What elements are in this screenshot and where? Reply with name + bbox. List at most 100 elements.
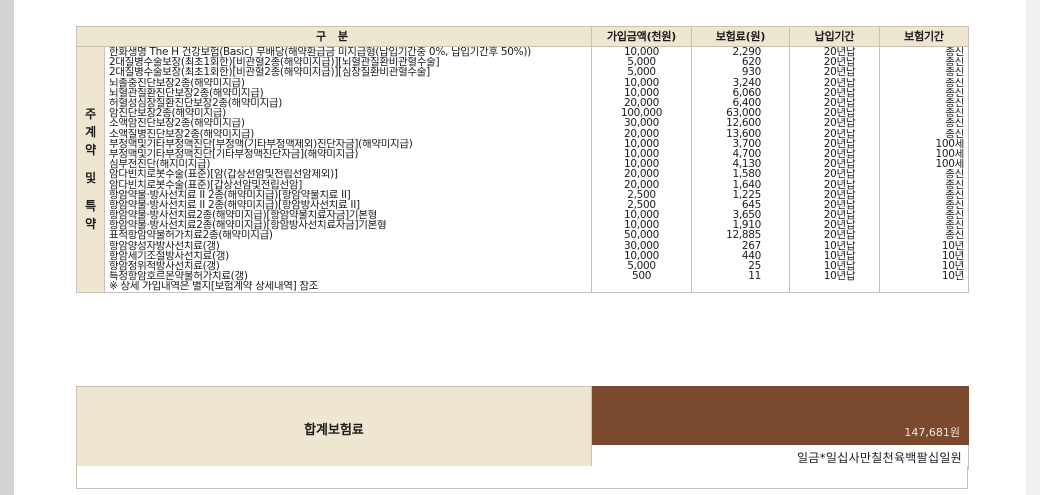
group-label-char: 약	[85, 143, 96, 158]
row-name: 항암양성자방사선치료(갱)	[103, 240, 593, 251]
row-pay-period: 20년납	[789, 210, 881, 221]
row-amount: 10,000	[591, 250, 693, 261]
row-name: 부정맥및기타부정맥진단[기타부정맥진단자금](해약미지급)	[103, 148, 593, 160]
row-premium: 63,000	[691, 108, 791, 119]
table-row: 항암약물·방사선치료2종(해약미지급)[항암약물치료자금]기본형 10,000 …	[77, 210, 970, 221]
total-premium-label: 합계보험료	[76, 386, 592, 470]
coverage-table: 구 분 가입금액(천원) 보험료(원) 납입기간 보험기간 주 계 약 및 특 …	[75, 26, 970, 293]
row-amount: 10,000	[591, 77, 693, 88]
table-row: 항암약물·방사선치료 II 2종(해약미지급)[항암방사선치료 II] 2,50…	[77, 199, 970, 210]
row-ins-period: 10년	[879, 250, 970, 261]
row-premium: 2,290	[691, 46, 791, 58]
table-row-footnote: ※ 상세 가입내역은 별지[보험계약 상세내역] 참조	[77, 281, 970, 293]
row-name: 암다빈치로봇수술(표준)[암(갑상선암및전립선암제외)]	[103, 169, 593, 180]
row-pay-period: 20년납	[789, 67, 881, 78]
row-amount: 5,000	[591, 260, 693, 272]
empty-cell	[789, 281, 881, 293]
row-premium: 4,130	[691, 159, 791, 170]
table-row: 소액암진단보장2종(해약미지급) 30,000 12,600 20년납 종신	[77, 118, 970, 129]
row-name: 항암약물·방사선치료2종(해약미지급)[항암방사선치료자금]기본형	[103, 220, 593, 231]
row-name: 소액암진단보장2종(해약미지급)	[103, 118, 593, 129]
header-division: 구 분	[75, 26, 593, 47]
row-name: 항암세기조절방사선치료(갱)	[103, 250, 593, 261]
group-label-char: 약	[85, 217, 96, 232]
row-premium: 11	[691, 271, 791, 282]
row-premium: 1,580	[691, 169, 791, 180]
row-premium: 25	[691, 260, 791, 272]
row-amount: 20,000	[591, 169, 693, 180]
row-ins-period: 종신	[879, 128, 970, 139]
row-ins-period: 종신	[879, 87, 970, 98]
total-premium-amount: 147,681원	[591, 386, 969, 445]
empty-cell	[591, 281, 693, 293]
row-premium: 645	[691, 199, 791, 210]
row-amount: 5,000	[591, 57, 693, 68]
total-row: 합계보험료 147,681원	[76, 386, 969, 470]
row-amount: 20,000	[591, 97, 693, 109]
table-row: 특정항암호르몬약물허가치료(갱) 500 11 10년납 10년	[77, 271, 970, 282]
row-pay-period: 20년납	[789, 199, 881, 210]
row-name: 항암약물·방사선치료2종(해약미지급)[항암약물치료자금]기본형	[103, 210, 593, 221]
row-premium: 6,060	[691, 87, 791, 98]
row-premium: 1,640	[691, 179, 791, 190]
row-pay-period: 20년납	[789, 108, 881, 119]
row-pay-period: 20년납	[789, 220, 881, 231]
table-row: 항암약물·방사선치료2종(해약미지급)[항암방사선치료자금]기본형 10,000…	[77, 220, 970, 231]
row-ins-period: 종신	[879, 57, 970, 68]
row-amount: 10,000	[591, 148, 693, 160]
row-ins-period: 10년	[879, 240, 970, 251]
row-name: 항암약물·방사선치료 II 2종(해약미지급)[항암방사선치료 II]	[103, 199, 593, 210]
group-label-char: 주	[85, 107, 96, 122]
row-ins-period: 100세	[879, 138, 970, 149]
row-name: 암진단보장2종(해약미지급)	[103, 108, 593, 119]
row-pay-period: 20년납	[789, 87, 881, 98]
row-name: 항암약물·방사선치료 II 2종(해약미지급)[항암약물치료 II]	[103, 189, 593, 200]
row-name: 뇌혈관질환진단보장2종(해약미지급)	[103, 87, 593, 98]
row-premium: 1,225	[691, 189, 791, 200]
table-row: 암다빈치로봇수술(표준)[암(갑상선암및전립선암제외)] 20,000 1,58…	[77, 169, 970, 180]
row-pay-period: 10년납	[789, 271, 881, 282]
row-ins-period: 종신	[879, 210, 970, 221]
footnote: ※ 상세 가입내역은 별지[보험계약 상세내역] 참조	[103, 281, 593, 293]
table-row: 뇌졸중진단보장2종(해약미지급) 10,000 3,240 20년납 종신	[77, 77, 970, 88]
row-ins-period: 10년	[879, 271, 970, 282]
row-premium: 12,600	[691, 118, 791, 129]
row-amount: 5,000	[591, 67, 693, 78]
row-pay-period: 20년납	[789, 159, 881, 170]
right-page-edge	[1026, 0, 1040, 495]
row-name: 암다빈치로봇수술(표준)[갑상선암및전립선암]	[103, 179, 593, 190]
total-premium-table: 합계보험료 147,681원 일금*일십사만칠천육백팔십일원	[76, 386, 969, 470]
row-premium: 620	[691, 57, 791, 68]
table-row: 항암세기조절방사선치료(갱) 10,000 440 10년납 10년	[77, 250, 970, 261]
row-ins-period: 종신	[879, 46, 970, 58]
table-row: 암진단보장2종(해약미지급) 100,000 63,000 20년납 종신	[77, 108, 970, 119]
table-row: 2대질병수술보장(최초1회한)[비관혈2종(해약미지급)][심장질환비관혈수술]…	[77, 67, 970, 78]
row-amount: 100,000	[591, 108, 693, 119]
group-label-gap	[78, 187, 104, 197]
table-row: 허혈성심장질환진단보장2종(해약미지급) 20,000 6,400 20년납 종…	[77, 97, 970, 109]
row-ins-period: 100세	[879, 148, 970, 160]
row-ins-period: 종신	[879, 169, 970, 180]
row-pay-period: 20년납	[789, 189, 881, 200]
row-premium: 267	[691, 240, 791, 251]
row-name: 부정맥및기타부정맥진단[부정맥(기타부정맥제외)진단자금](해약미지급)	[103, 138, 593, 149]
row-ins-period: 종신	[879, 189, 970, 200]
empty-cell	[879, 281, 970, 293]
row-name: 심부전진단(해지미지급)	[103, 159, 593, 170]
row-premium: 13,600	[691, 128, 791, 139]
row-premium: 1,910	[691, 220, 791, 231]
row-amount: 2,500	[591, 189, 693, 200]
row-amount: 10,000	[591, 220, 693, 231]
row-amount: 10,000	[591, 46, 693, 58]
group-label-char: 및	[85, 171, 96, 186]
header-pay-period: 납입기간	[789, 26, 881, 47]
row-premium: 6,400	[691, 97, 791, 109]
row-pay-period: 20년납	[789, 128, 881, 139]
row-premium: 440	[691, 250, 791, 261]
table-row: 소액질병진단보장2종(해약미지급) 20,000 13,600 20년납 종신	[77, 128, 970, 139]
empty-cell	[691, 281, 791, 293]
header-ins-period: 보험기간	[879, 26, 970, 47]
table-row: 표적항암약물허가치료2종(해약미지급) 50,000 12,885 20년납 종…	[77, 230, 970, 241]
table-row: 항암정위적방사선치료(갱) 5,000 25 10년납 10년	[77, 260, 970, 272]
group-label-char: 특	[85, 199, 96, 214]
